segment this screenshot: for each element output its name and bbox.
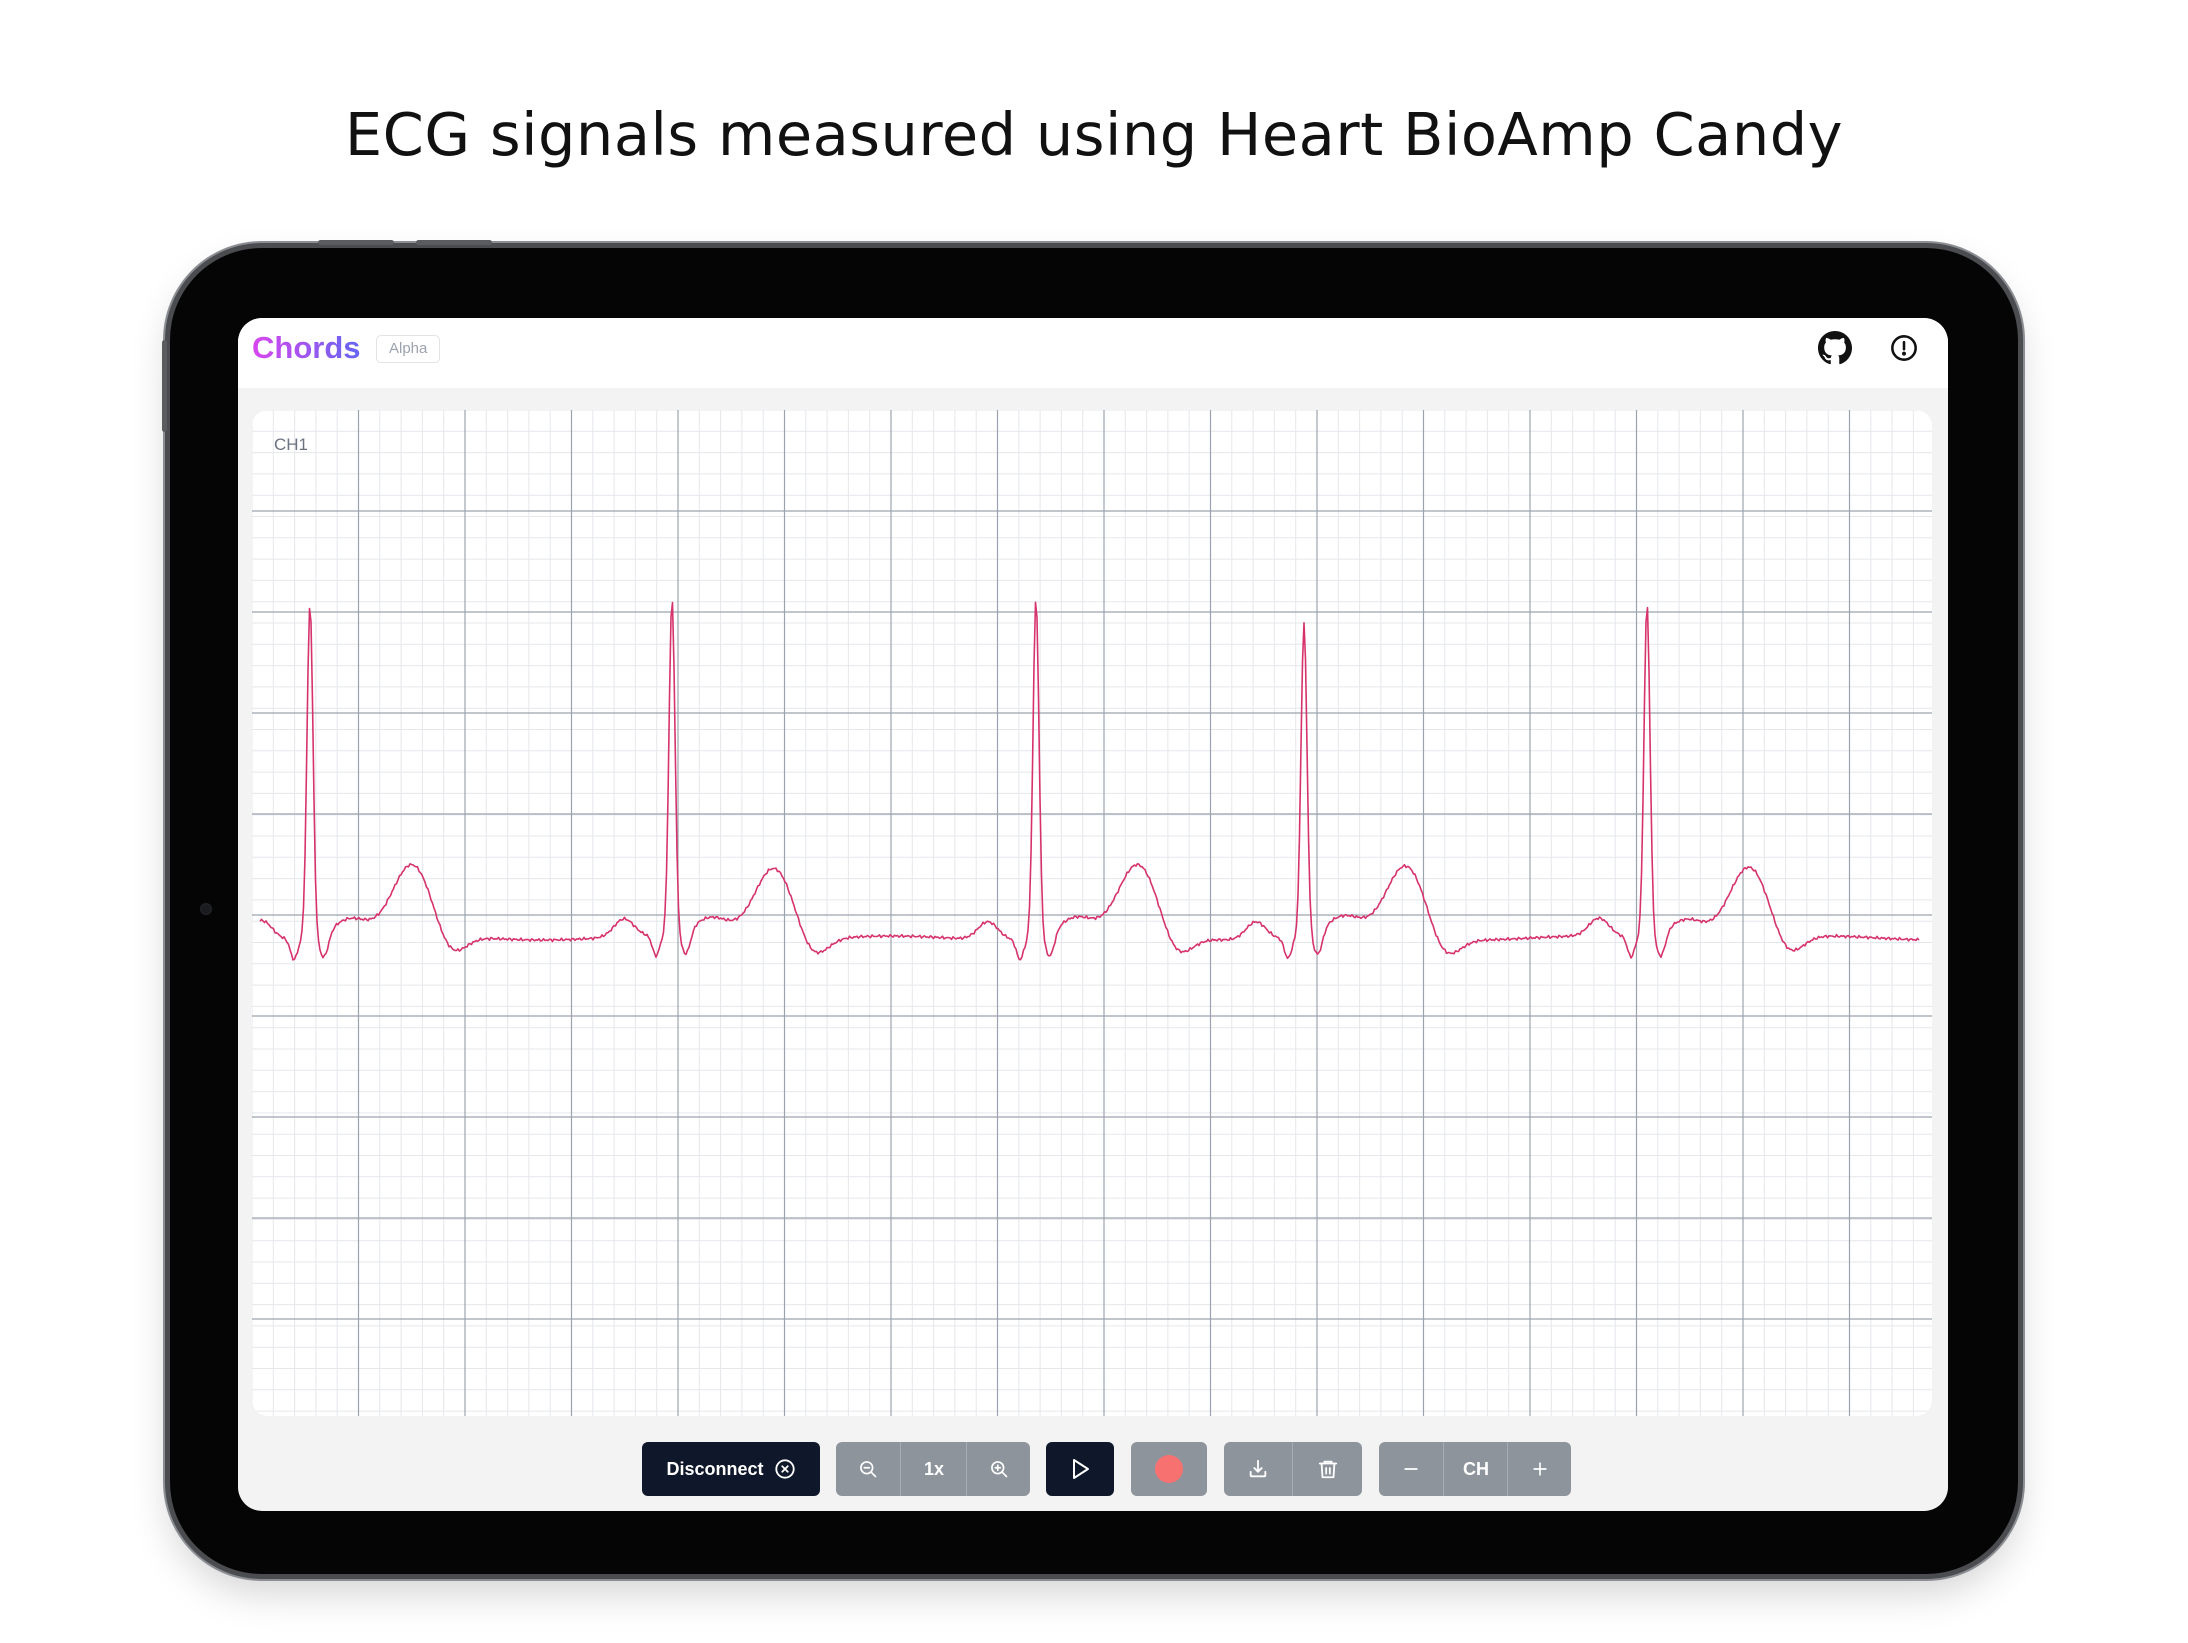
zoom-out-button[interactable] — [836, 1442, 900, 1496]
page-headline: ECG signals measured using Heart BioAmp … — [344, 100, 1844, 169]
channel-count-label: CH — [1443, 1442, 1508, 1496]
zoom-in-icon — [991, 1461, 1008, 1478]
tablet-side-button — [162, 340, 167, 432]
channel-label: CH1 — [274, 435, 309, 454]
front-camera — [200, 903, 212, 915]
zoom-group: 1x — [836, 1442, 1030, 1496]
play-button[interactable] — [1046, 1442, 1114, 1496]
zoom-level: 1x — [900, 1442, 967, 1496]
github-icon[interactable] — [1818, 331, 1852, 365]
minus-icon — [1404, 1468, 1418, 1470]
ecg-trace — [259, 601, 1920, 961]
channel-group: CH — [1379, 1442, 1571, 1496]
tablet-frame: Chords Alpha CH1 Disconnect 1x CH — [162, 240, 2018, 1574]
download-button[interactable] — [1224, 1442, 1292, 1496]
disconnect-button[interactable]: Disconnect — [642, 1442, 820, 1496]
app-screen: Chords Alpha CH1 Disconnect 1x CH — [238, 318, 1948, 1511]
record-button[interactable] — [1131, 1442, 1207, 1496]
plus-icon — [1533, 1462, 1547, 1476]
close-circle-icon — [774, 1459, 795, 1479]
delete-button[interactable] — [1292, 1442, 1362, 1496]
control-toolbar: Disconnect 1x CH — [238, 1442, 1948, 1496]
ecg-grid-and-trace — [252, 410, 1932, 1416]
remove-channel-button[interactable] — [1379, 1442, 1443, 1496]
record-icon — [1155, 1455, 1183, 1483]
alpha-badge: Alpha — [376, 335, 441, 363]
ecg-plot: CH1 — [252, 410, 1932, 1416]
zoom-out-icon — [860, 1461, 877, 1478]
app-header: Chords Alpha — [238, 318, 1948, 388]
app-brand[interactable]: Chords — [252, 330, 361, 366]
tablet-top-button-1 — [318, 240, 394, 245]
play-icon — [1073, 1459, 1089, 1479]
info-icon[interactable] — [1890, 334, 1918, 362]
zoom-in-button[interactable] — [966, 1442, 1030, 1496]
file-group — [1224, 1442, 1362, 1496]
tablet-top-button-2 — [416, 240, 492, 245]
add-channel-button[interactable] — [1507, 1442, 1571, 1496]
trash-icon — [1318, 1460, 1338, 1479]
download-icon — [1249, 1459, 1267, 1478]
disconnect-label: Disconnect — [666, 1458, 764, 1479]
